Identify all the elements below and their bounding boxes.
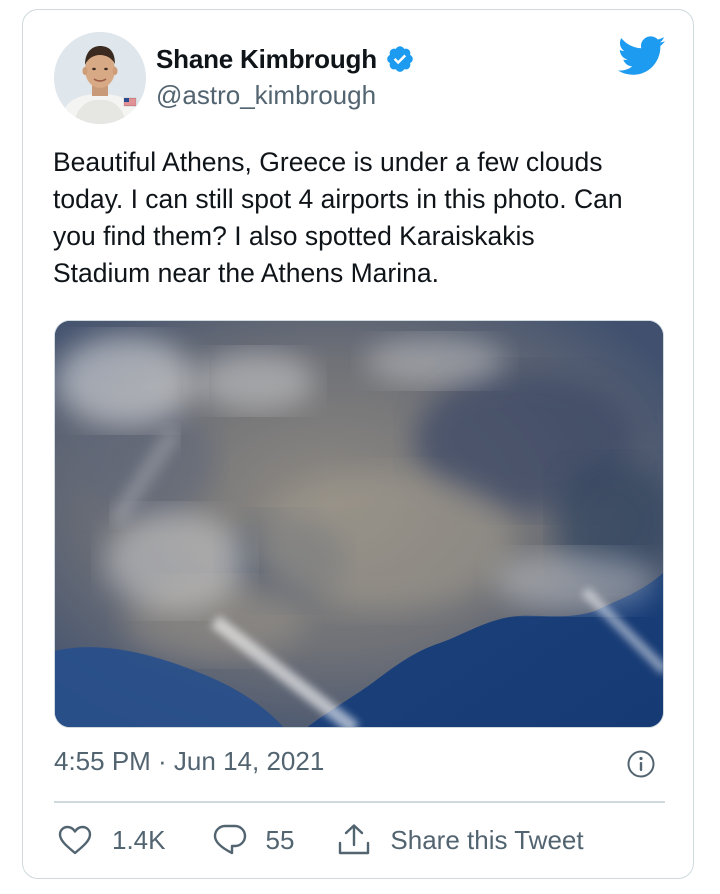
twitter-bird-icon[interactable] (617, 36, 666, 78)
like-button[interactable]: 1.4K (58, 825, 166, 856)
tweet-timestamp[interactable]: 4:55 PM · Jun 14, 2021 (54, 746, 324, 777)
tweet-text: Beautiful Athens, Greece is under a few … (53, 147, 623, 288)
share-label: Share this Tweet (390, 824, 584, 855)
author-avatar[interactable] (54, 32, 146, 124)
info-icon[interactable] (626, 749, 656, 779)
tweet-photo[interactable] (54, 320, 664, 728)
reply-count: 55 (265, 824, 295, 855)
author-handle[interactable]: @astro_kimbrough (156, 80, 376, 111)
tweet-actions: 1.4K 55 Share this Tweet (58, 818, 584, 862)
reply-bubble-icon (213, 824, 246, 855)
heart-icon (58, 825, 92, 855)
like-count: 1.4K (112, 824, 166, 855)
actions-divider (54, 801, 665, 803)
share-upload-icon (339, 824, 370, 855)
author-display-name[interactable]: Shane Kimbrough (156, 44, 377, 75)
reply-button[interactable]: 55 (212, 823, 295, 857)
share-button[interactable]: Share this Tweet (336, 823, 584, 857)
verified-badge-icon (385, 44, 415, 74)
author-name-row[interactable]: Shane Kimbrough (156, 41, 415, 77)
